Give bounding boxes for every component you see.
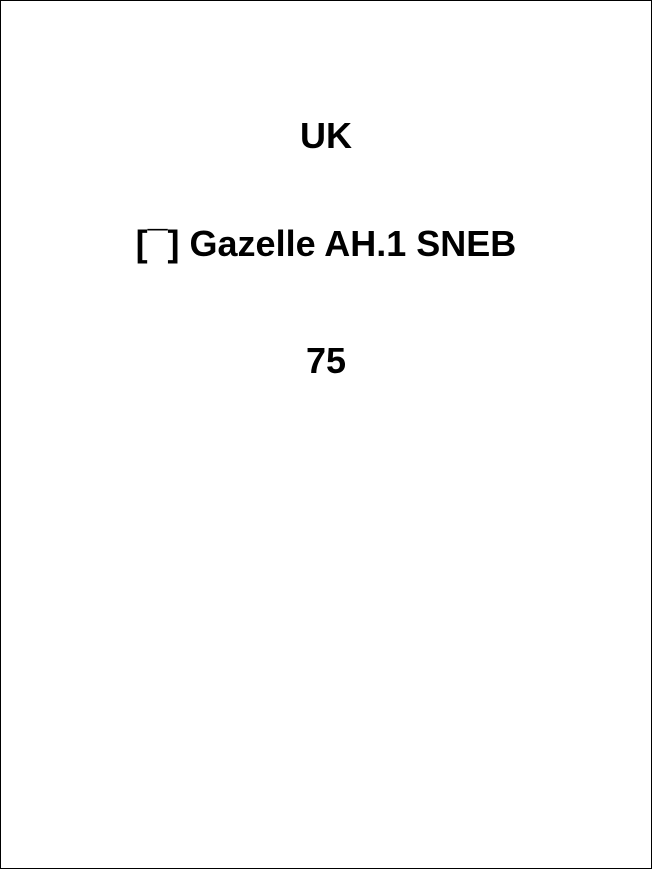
card-page: UK [¯] Gazelle AH.1 SNEB 75 (0, 0, 652, 869)
country-label: UK (300, 115, 352, 156)
aircraft-name: [¯] Gazelle AH.1 SNEB (135, 223, 517, 264)
aircraft-count: 75 (305, 340, 347, 381)
